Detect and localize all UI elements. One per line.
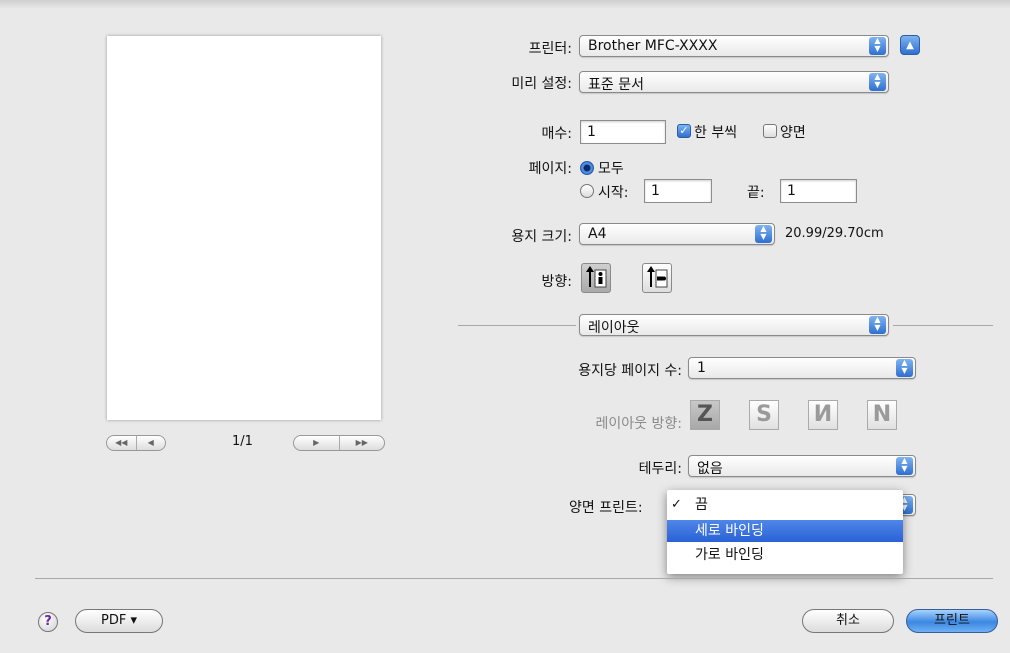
printer-label: 프린터: bbox=[528, 41, 572, 57]
two-sided-menu[interactable]: ✓ 끔 세로 바인딩 가로 바인딩 bbox=[667, 490, 903, 574]
collated-label: 한 부씩 bbox=[694, 125, 738, 141]
orientation-label: 방향: bbox=[541, 274, 572, 290]
collated-checkbox[interactable]: ✓ bbox=[677, 124, 691, 138]
pages-all-radio[interactable] bbox=[580, 161, 594, 175]
first-page-icon[interactable]: ◀◀ bbox=[107, 436, 136, 450]
pages-label: 페이지: bbox=[528, 161, 572, 177]
presets-label: 미리 설정: bbox=[511, 76, 572, 92]
popup-arrows-icon: ▲ ▼ bbox=[869, 316, 886, 334]
two-sided-checkbox-label: 양면 bbox=[780, 125, 806, 141]
panel-separator-left bbox=[458, 325, 576, 326]
popup-arrows-icon: ▲ ▼ bbox=[869, 73, 886, 91]
menu-item-label: 가로 바인딩 bbox=[695, 547, 764, 563]
panel-value: 레이아웃 bbox=[588, 320, 640, 336]
printer-popup[interactable]: Brother MFC-XXXX ▲ ▼ bbox=[579, 35, 889, 57]
pages-from-value: 1 bbox=[651, 183, 660, 199]
last-page-icon[interactable]: ▶▶ bbox=[338, 436, 385, 450]
pages-to-label: 끝: bbox=[747, 185, 765, 201]
popup-arrows-icon: ▲ ▼ bbox=[869, 37, 886, 55]
border-label: 테두리: bbox=[638, 461, 682, 477]
page-indicator: 1/1 bbox=[232, 434, 253, 449]
pages-from-label: 시작: bbox=[598, 185, 629, 201]
two-sided-checkbox[interactable] bbox=[763, 124, 777, 138]
menu-item-off[interactable]: ✓ 끔 bbox=[667, 494, 903, 516]
border-value: 없음 bbox=[697, 461, 723, 477]
layout-direction-vertical-n-icon[interactable]: И bbox=[808, 400, 838, 430]
panel-popup[interactable]: 레이아웃 ▲ ▼ bbox=[579, 314, 889, 336]
popup-arrows-icon: ▲ ▼ bbox=[896, 457, 913, 475]
paper-size-label: 용지 크기: bbox=[511, 229, 572, 245]
next-page-icon[interactable]: ▶ bbox=[294, 436, 339, 450]
pages-to-value: 1 bbox=[787, 183, 796, 199]
layout-direction-label: 레이아웃 방향: bbox=[595, 416, 682, 432]
menu-item-long-edge-binding[interactable]: 세로 바인딩 bbox=[667, 520, 903, 542]
copies-value: 1 bbox=[587, 124, 596, 140]
menu-item-label: 끔 bbox=[695, 497, 708, 513]
popup-arrows-icon: ▲ ▼ bbox=[896, 359, 913, 377]
printer-value: Brother MFC-XXXX bbox=[588, 38, 718, 54]
window-top-edge bbox=[0, 0, 1010, 8]
pages-to-field[interactable]: 1 bbox=[780, 179, 857, 203]
disclosure-up-icon: ▲ bbox=[906, 40, 914, 51]
pages-per-sheet-value: 1 bbox=[697, 360, 706, 376]
preview-back-buttons[interactable]: ◀◀ ◀ bbox=[106, 435, 166, 451]
checkmark-icon: ✓ bbox=[671, 497, 682, 512]
portrait-orientation-button[interactable] bbox=[581, 263, 611, 293]
print-button[interactable]: 프린트 bbox=[906, 609, 998, 633]
menu-item-label: 세로 바인딩 bbox=[695, 523, 764, 539]
cancel-button[interactable]: 취소 bbox=[802, 609, 894, 633]
pages-all-label: 모두 bbox=[598, 161, 624, 177]
layout-direction-s-icon[interactable]: S bbox=[749, 400, 779, 430]
collapse-details-button[interactable]: ▲ bbox=[900, 35, 920, 55]
help-button[interactable]: ? bbox=[38, 612, 58, 632]
border-popup[interactable]: 없음 ▲ ▼ bbox=[688, 455, 916, 477]
page-preview bbox=[107, 36, 381, 420]
pages-per-sheet-popup[interactable]: 1 ▲ ▼ bbox=[688, 357, 916, 379]
previous-page-icon[interactable]: ◀ bbox=[135, 436, 166, 450]
copies-field[interactable]: 1 bbox=[580, 120, 666, 144]
pages-range-radio[interactable] bbox=[580, 184, 594, 198]
footer-separator bbox=[35, 578, 993, 579]
landscape-orientation-button[interactable] bbox=[642, 263, 672, 293]
pages-per-sheet-label: 용지당 페이지 수: bbox=[578, 363, 682, 379]
paper-dimensions: 20.99/29.70cm bbox=[785, 226, 884, 241]
popup-arrows-icon: ▲ ▼ bbox=[755, 225, 772, 243]
landscape-icon bbox=[647, 266, 668, 288]
layout-direction-n-icon[interactable]: N bbox=[867, 400, 897, 430]
menu-item-short-edge-binding[interactable]: 가로 바인딩 bbox=[667, 544, 903, 566]
portrait-icon bbox=[586, 266, 607, 288]
paper-size-popup[interactable]: A4 ▲ ▼ bbox=[579, 223, 775, 245]
paper-size-value: A4 bbox=[588, 226, 607, 242]
pdf-button[interactable]: PDF ▾ bbox=[75, 609, 163, 633]
presets-value: 표준 문서 bbox=[588, 77, 644, 93]
panel-separator-right bbox=[893, 325, 993, 326]
copies-label: 매수: bbox=[541, 126, 572, 142]
preview-forward-buttons[interactable]: ▶ ▶▶ bbox=[293, 435, 385, 451]
presets-popup[interactable]: 표준 문서 ▲ ▼ bbox=[579, 71, 889, 93]
pages-from-field[interactable]: 1 bbox=[644, 179, 712, 203]
layout-direction-z-icon[interactable]: Z bbox=[690, 400, 720, 430]
